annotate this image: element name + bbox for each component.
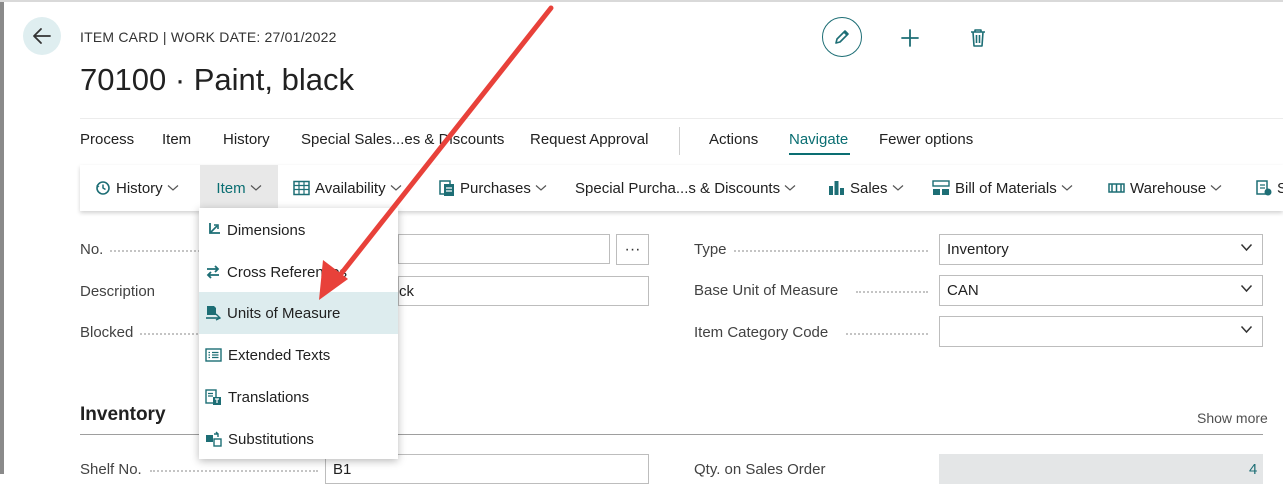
annotation-arrow [319,5,554,300]
